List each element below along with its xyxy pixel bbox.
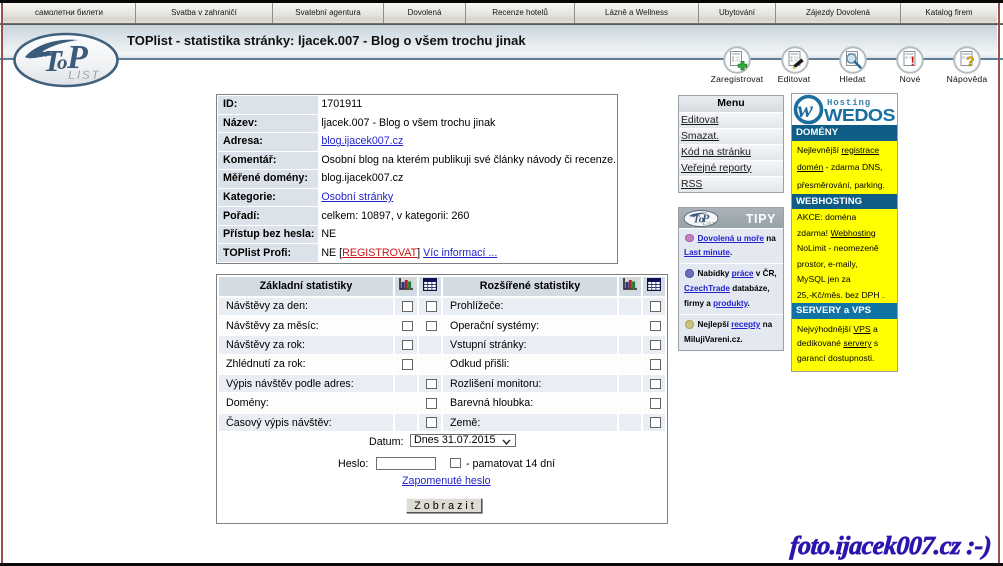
svg-text:o: o xyxy=(57,50,68,74)
svg-text:!: ! xyxy=(911,53,915,68)
svg-text:WEDOS: WEDOS xyxy=(824,105,895,125)
svg-text:w: w xyxy=(798,97,814,122)
svg-text:LIST: LIST xyxy=(703,221,716,226)
svg-text:LIST: LIST xyxy=(68,68,100,82)
svg-text:?: ? xyxy=(966,53,975,69)
